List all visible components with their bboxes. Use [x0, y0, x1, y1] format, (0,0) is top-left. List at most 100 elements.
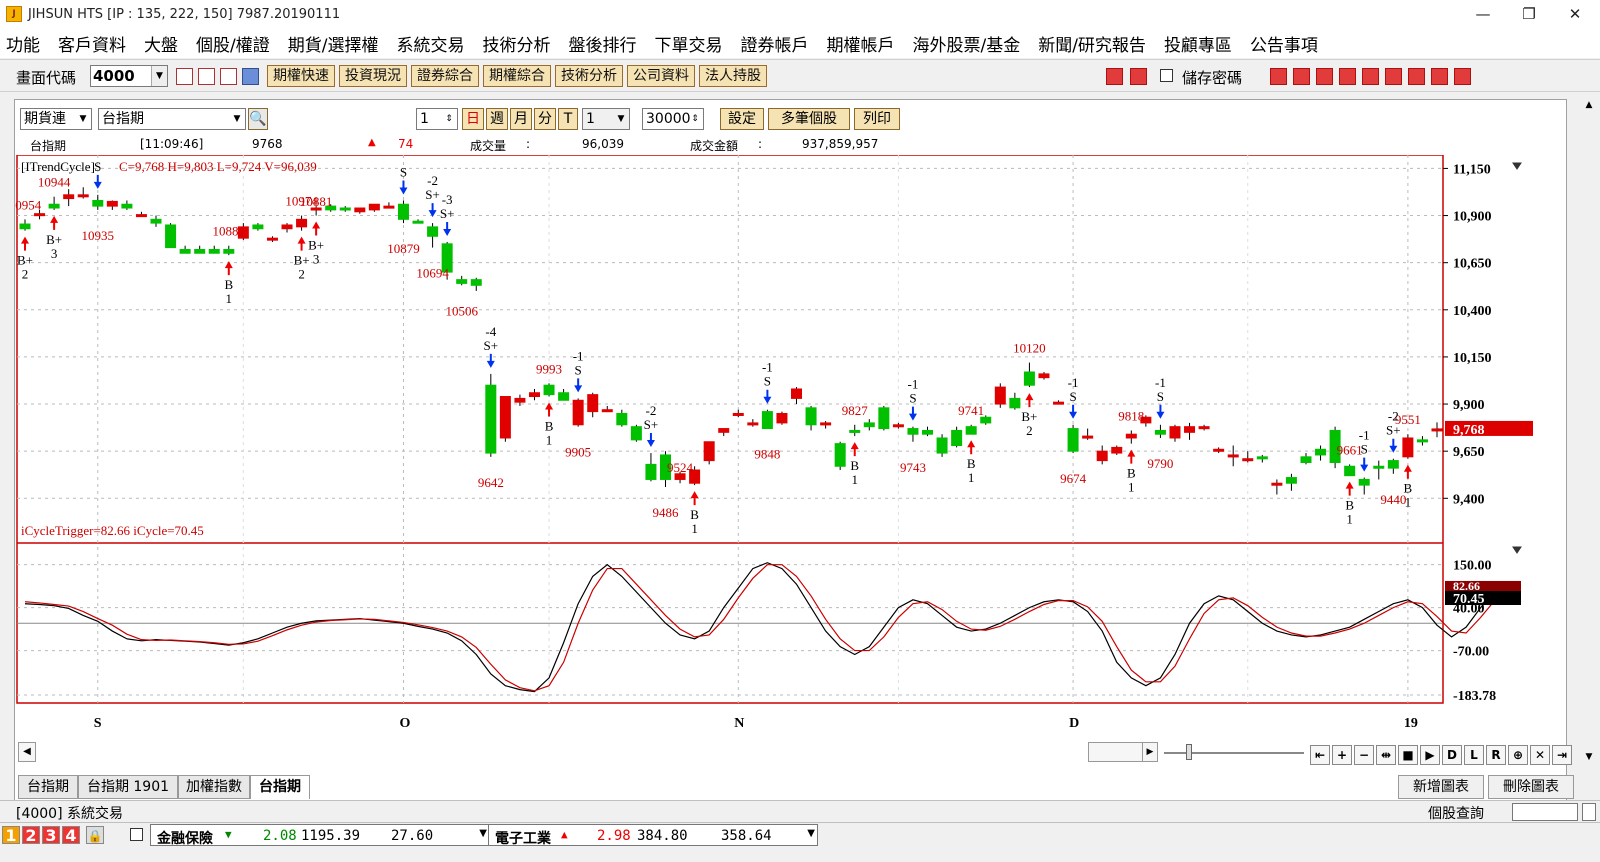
layout-2-button[interactable]: 2 — [22, 826, 40, 845]
menu-item[interactable]: 投顧專區 — [1164, 31, 1232, 56]
ticker-checkbox[interactable] — [130, 828, 143, 841]
grid-icon[interactable] — [1454, 68, 1471, 85]
scroll-right-icon[interactable]: ▶ — [1142, 742, 1158, 762]
folder-icon[interactable] — [198, 68, 215, 85]
menu-item[interactable]: 期權帳戶 — [826, 31, 894, 56]
image-icon[interactable] — [1293, 68, 1310, 85]
layout-1-button[interactable]: 1 — [2, 826, 20, 845]
delete-chart-button[interactable]: 刪除圖表 — [1488, 775, 1574, 799]
chevron-down-icon[interactable]: ▼ — [75, 109, 91, 129]
zoom-slider[interactable] — [1164, 752, 1304, 754]
menu-item[interactable]: 期貨/選擇權 — [288, 31, 379, 56]
ticker-box-finance[interactable]: 金融保險 ▼ 2.08 1195.39 27.60 ▼ — [150, 824, 490, 847]
nav-zoom-out-button[interactable]: − — [1354, 745, 1374, 765]
search-icon[interactable] — [176, 68, 193, 85]
options-quick-button[interactable]: 期權快速 — [267, 65, 335, 87]
sub-count-select[interactable]: 1 ▼ — [582, 108, 630, 130]
menu-item[interactable]: 盤後排行 — [568, 31, 636, 56]
options-summary-button[interactable]: 期權綜合 — [483, 65, 551, 87]
institutional-holdings-button[interactable]: 法人持股 — [699, 65, 767, 87]
bars-spinner[interactable]: 30000 ⇕ — [642, 108, 704, 130]
investment-status-button[interactable]: 投資現況 — [339, 65, 407, 87]
period-tick-button[interactable]: T — [558, 108, 578, 130]
chevron-down-icon[interactable]: ▼ — [229, 109, 245, 129]
settings-button[interactable]: 設定 — [720, 108, 764, 130]
menu-item[interactable]: 功能 — [6, 31, 40, 56]
vertical-scrollbar[interactable]: ▲ ▼ — [1580, 98, 1598, 766]
stock-lookup-button[interactable] — [1582, 803, 1596, 821]
scroll-left-icon[interactable]: ◀ — [18, 742, 36, 762]
minimize-button[interactable]: — — [1460, 0, 1506, 28]
search-icon[interactable]: 🔍 — [248, 108, 268, 130]
lock-icon[interactable] — [1106, 68, 1123, 85]
screen-tab[interactable]: [4000] 系統交易 — [16, 803, 123, 823]
menu-item[interactable]: 系統交易 — [396, 31, 464, 56]
spinner-icon[interactable]: ⇕ — [441, 109, 457, 129]
layout-3-button[interactable]: 3 — [42, 826, 60, 845]
nav-magnify-button[interactable]: ⊕ — [1508, 745, 1528, 765]
stock-lookup-input[interactable] — [1512, 803, 1578, 821]
symbol-select[interactable]: 台指期 ▼ — [98, 108, 246, 130]
arrow-icon[interactable] — [1339, 68, 1356, 85]
save-password-checkbox[interactable] — [1160, 69, 1173, 82]
tab-taiex-futures-1901[interactable]: 台指期 1901 — [78, 775, 178, 799]
unlock-icon[interactable] — [1130, 68, 1147, 85]
multi-stock-button[interactable]: 多筆個股 — [768, 108, 850, 130]
menu-item[interactable]: 技術分析 — [482, 31, 550, 56]
period-count-spinner[interactable]: 1 ⇕ — [416, 108, 458, 130]
scroll-up-icon[interactable]: ▲ — [1582, 100, 1596, 112]
edit-icon[interactable] — [1270, 68, 1287, 85]
nav-r-button[interactable]: R — [1486, 745, 1506, 765]
tab-weighted-index[interactable]: 加權指數 — [178, 775, 250, 799]
add-chart-button[interactable]: 新增圖表 — [1398, 775, 1484, 799]
nav-fit-button[interactable]: ⇹ — [1376, 745, 1396, 765]
chevron-down-icon[interactable]: ▼ — [613, 109, 629, 129]
securities-summary-button[interactable]: 證券綜合 — [411, 65, 479, 87]
menu-item[interactable]: 大盤 — [144, 31, 178, 56]
restore-button[interactable]: ❐ — [1506, 0, 1552, 28]
menu-item[interactable]: 公告事項 — [1250, 31, 1318, 56]
text-icon[interactable] — [1362, 68, 1379, 85]
close-button[interactable]: ✕ — [1552, 0, 1598, 28]
menu-item[interactable]: 個股/權證 — [196, 31, 270, 56]
tab-taiex-futures-active[interactable]: 台指期 — [250, 775, 310, 799]
nav-last-button[interactable]: ⇥ — [1552, 745, 1572, 765]
menu-item[interactable]: 客戶資料 — [58, 31, 126, 56]
technical-analysis-button[interactable]: 技術分析 — [555, 65, 623, 87]
period-week-button[interactable]: 週 — [486, 108, 508, 130]
dropdown-icon[interactable] — [242, 68, 259, 85]
window-icon[interactable] — [1316, 68, 1333, 85]
period-day-button[interactable]: 日 — [462, 108, 484, 130]
chart-area[interactable]: 11,150 10,900 10,650 10,400 10,150 9,900 9,650… — [15, 155, 1540, 740]
menu-item[interactable]: 海外股票/基金 — [912, 31, 1020, 56]
nav-d-button[interactable]: D — [1442, 745, 1462, 765]
market-select[interactable]: 期貨連 ▼ — [20, 108, 92, 130]
nav-zoom-in-button[interactable]: + — [1332, 745, 1352, 765]
menu-item[interactable]: 下單交易 — [654, 31, 722, 56]
layout-icon[interactable] — [1385, 68, 1402, 85]
ticker-box-electronics[interactable]: 電子工業 ▲ 2.98 384.80 358.64 ▼ — [488, 824, 818, 847]
zoom-slider-thumb[interactable] — [1186, 744, 1192, 760]
menu-item[interactable]: 新聞/研究報告 — [1038, 31, 1146, 56]
scroll-down-icon[interactable]: ▼ — [1582, 752, 1596, 764]
spinner-icon[interactable]: ⇕ — [687, 109, 703, 129]
tools-icon[interactable] — [1408, 68, 1425, 85]
chevron-down-icon[interactable]: ▼ — [151, 66, 167, 86]
nav-first-button[interactable]: ⇤ — [1310, 745, 1330, 765]
chevron-down-icon[interactable]: ▼ — [807, 828, 815, 839]
nav-clear-button[interactable]: ✕ — [1530, 745, 1550, 765]
layout-4-button[interactable]: 4 — [62, 826, 80, 845]
print-icon[interactable] — [1431, 68, 1448, 85]
lock-icon[interactable]: 🔒 — [86, 826, 104, 844]
period-minute-button[interactable]: 分 — [534, 108, 556, 130]
chevron-down-icon[interactable]: ▼ — [479, 828, 487, 839]
period-month-button[interactable]: 月 — [510, 108, 532, 130]
nav-play-button[interactable]: ▶ — [1420, 745, 1440, 765]
company-info-button[interactable]: 公司資料 — [627, 65, 695, 87]
screen-code-input[interactable]: 4000 ▼ — [90, 65, 168, 87]
nav-l-button[interactable]: L — [1464, 745, 1484, 765]
chart-icon[interactable] — [220, 68, 237, 85]
print-button[interactable]: 列印 — [854, 108, 900, 130]
tab-taiex-futures[interactable]: 台指期 — [18, 775, 78, 799]
nav-stop-button[interactable]: ■ — [1398, 745, 1418, 765]
